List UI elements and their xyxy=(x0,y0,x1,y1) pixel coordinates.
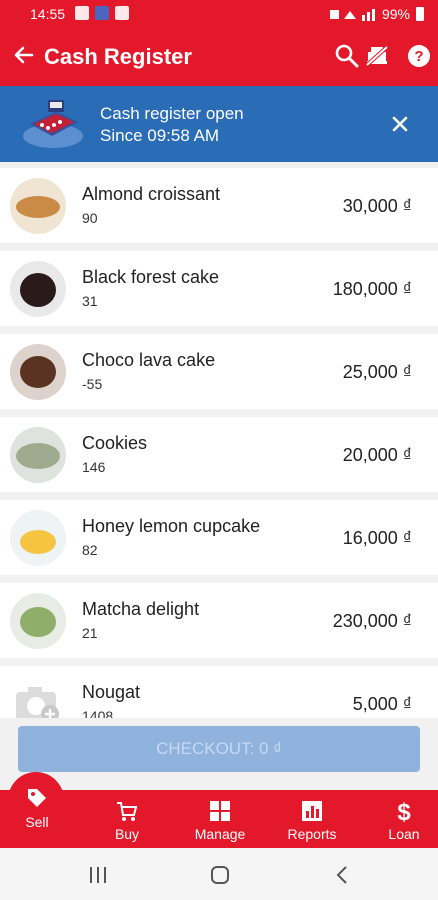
cookies-thumbnail xyxy=(10,427,66,483)
product-item[interactable]: Cookies 146 20,000 ₫ xyxy=(0,417,438,492)
product-stock: 1408 xyxy=(82,708,114,718)
croissant-thumbnail xyxy=(10,178,66,234)
register-status: Cash register open xyxy=(100,104,244,123)
nav-buy[interactable]: Buy xyxy=(90,790,164,848)
bottom-navigation: Sell Buy Manage Reports $ Loan xyxy=(0,789,438,848)
product-item[interactable]: Black forest cake 31 180,000 ₫ xyxy=(0,251,438,326)
product-price: 16,000 ₫ xyxy=(342,528,412,548)
app-bar: Cash Register ? xyxy=(0,28,438,86)
product-price: 5,000 ₫ xyxy=(352,694,412,714)
product-stock: 31 xyxy=(82,293,98,309)
nav-label: Sell xyxy=(25,814,49,830)
product-price: 180,000 ₫ xyxy=(332,279,412,299)
black-forest-cake-thumbnail xyxy=(10,261,66,317)
product-price: 230,000 ₫ xyxy=(332,611,412,631)
register-open-time: Since 09:58 AM xyxy=(100,126,220,145)
system-status-icons: 99% xyxy=(329,6,424,22)
product-name: Matcha delight xyxy=(82,599,200,619)
choco-lava-cake-thumbnail xyxy=(10,344,66,400)
back-arrow-icon[interactable] xyxy=(12,43,36,67)
cart-icon xyxy=(117,802,138,821)
notification-icon xyxy=(75,6,89,20)
nav-sell[interactable]: Sell xyxy=(0,789,74,848)
recent-apps-icon[interactable] xyxy=(88,866,108,884)
tag-icon xyxy=(28,789,46,807)
close-icon[interactable] xyxy=(388,112,412,136)
help-icon[interactable]: ? xyxy=(406,43,432,69)
product-name: Honey lemon cupcake xyxy=(82,516,261,536)
nav-label: Buy xyxy=(114,826,140,842)
page-title: Cash Register xyxy=(44,44,192,69)
notification-icon xyxy=(95,6,109,20)
product-price: 30,000 ₫ xyxy=(342,196,412,216)
notification-icon xyxy=(115,6,129,20)
product-list: Almond croissant 90 30,000 ₫ Black fores… xyxy=(0,168,438,718)
product-stock: -55 xyxy=(82,376,103,392)
status-bar: 14:55 99% xyxy=(0,0,438,28)
product-name: Black forest cake xyxy=(82,267,220,287)
product-price: 20,000 ₫ xyxy=(342,445,412,465)
product-name: Cookies xyxy=(82,433,148,453)
product-item[interactable]: Choco lava cake -55 25,000 ₫ xyxy=(0,334,438,409)
nav-label: Loan xyxy=(388,826,420,842)
cupcake-thumbnail xyxy=(10,510,66,566)
grid-icon xyxy=(210,801,230,821)
product-item[interactable]: Nougat 1408 5,000 ₫ xyxy=(0,666,438,718)
product-price: 25,000 ₫ xyxy=(342,362,412,382)
checkout-button[interactable]: CHECKOUT: 0 ₫ xyxy=(18,726,420,772)
signal-wifi-icon xyxy=(329,9,375,21)
svg-text:?: ? xyxy=(414,48,423,65)
product-item[interactable]: Honey lemon cupcake 82 16,000 ₫ xyxy=(0,500,438,575)
nav-manage[interactable]: Manage xyxy=(182,790,258,848)
product-item[interactable]: Matcha delight 21 230,000 ₫ xyxy=(0,583,438,658)
product-name: Choco lava cake xyxy=(82,350,216,370)
cash-register-icon xyxy=(23,100,83,148)
nav-label: Reports xyxy=(287,826,337,842)
product-stock: 90 xyxy=(82,210,98,226)
home-icon[interactable] xyxy=(210,865,232,885)
matcha-thumbnail xyxy=(10,593,66,649)
search-icon[interactable] xyxy=(334,43,360,69)
system-navigation-bar xyxy=(0,848,438,900)
nav-label: Manage xyxy=(194,826,246,842)
status-time: 14:55 xyxy=(30,6,66,22)
battery-percent: 99% xyxy=(381,6,410,22)
notification-icons xyxy=(75,6,129,20)
camera-placeholder-icon xyxy=(16,687,59,718)
product-name: Almond croissant xyxy=(82,184,221,204)
product-item[interactable]: Almond croissant 90 30,000 ₫ xyxy=(0,168,438,243)
svg-text:$: $ xyxy=(397,799,411,823)
product-name: Nougat xyxy=(82,682,141,702)
nav-reports[interactable]: Reports xyxy=(274,790,350,848)
product-stock: 21 xyxy=(82,625,98,641)
register-open-banner: Cash register open Since 09:58 AM xyxy=(0,86,438,162)
nav-loan[interactable]: $ Loan xyxy=(368,790,438,848)
close-register-icon[interactable] xyxy=(364,43,390,69)
system-back-icon[interactable] xyxy=(334,865,350,885)
dollar-icon: $ xyxy=(397,799,411,823)
product-stock: 82 xyxy=(82,542,98,558)
chart-icon xyxy=(302,801,322,821)
product-stock: 146 xyxy=(82,459,106,475)
battery-icon xyxy=(416,7,424,21)
